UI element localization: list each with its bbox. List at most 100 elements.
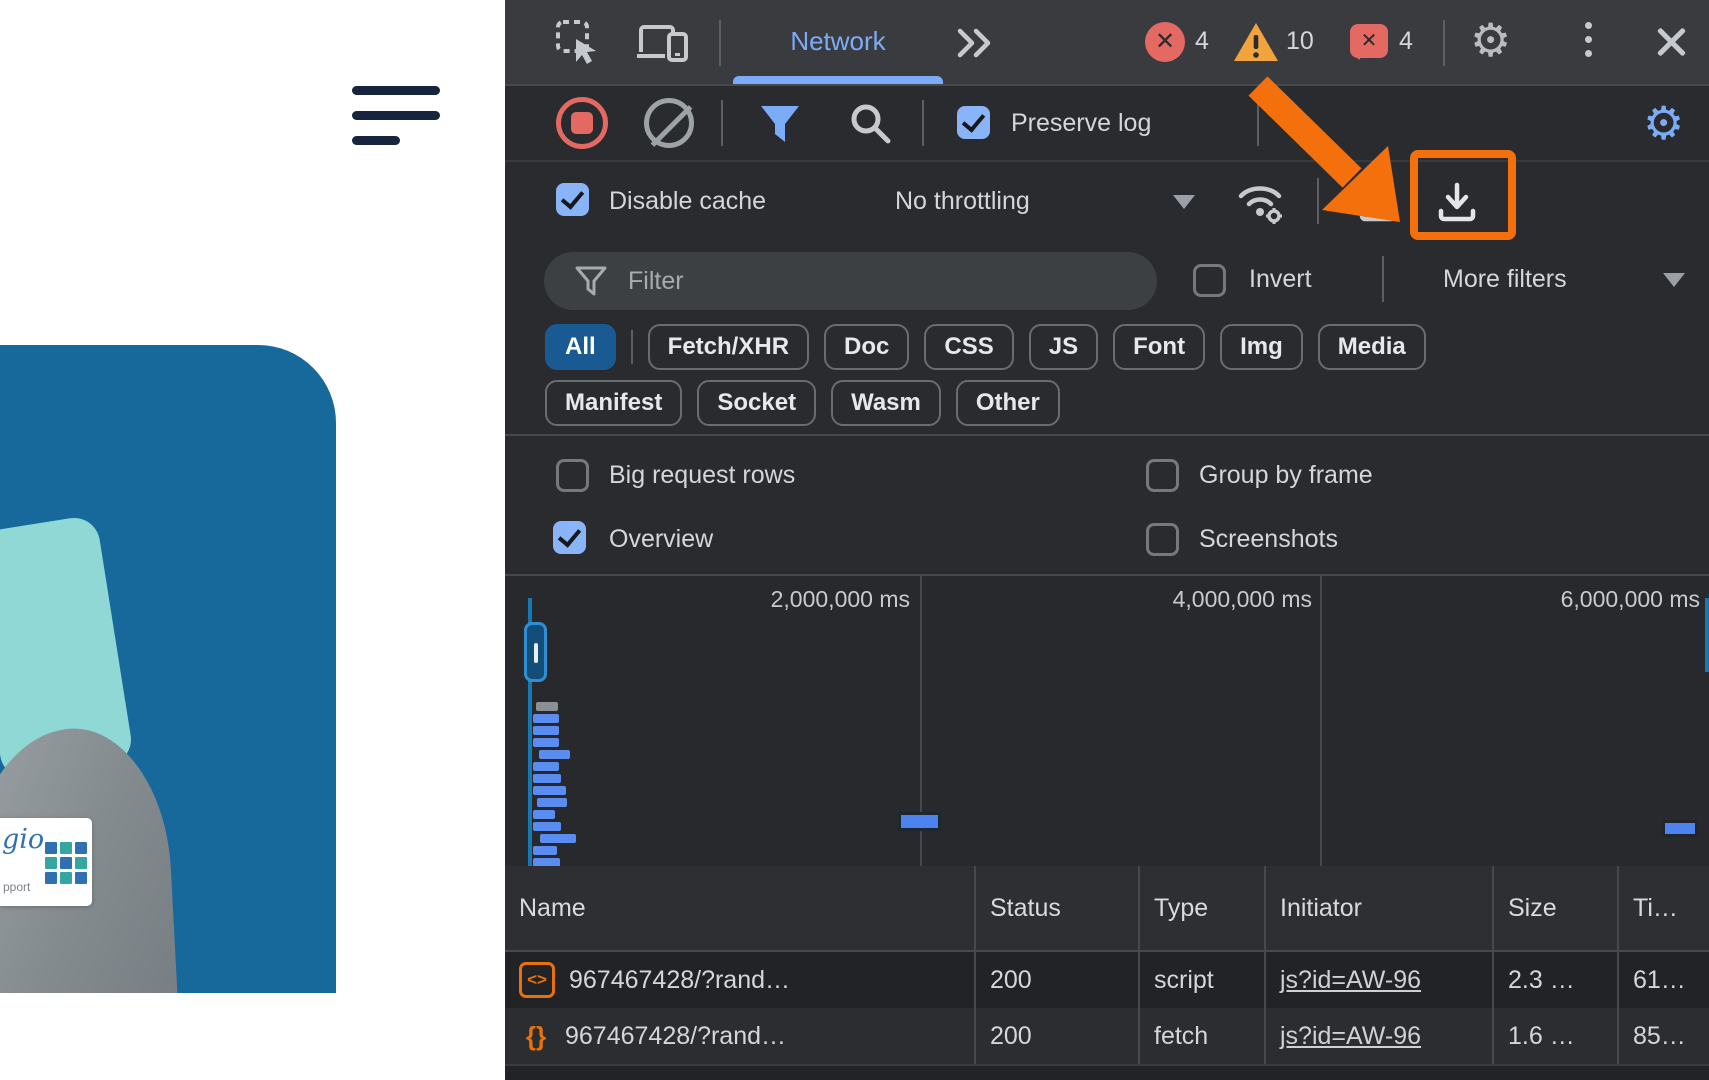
close-icon[interactable] — [1651, 22, 1691, 62]
requests-table: Name Status Type Initiator Size Ti… <> 9… — [505, 866, 1709, 1080]
request-name: 967467428/?rand… — [569, 966, 790, 995]
warning-count[interactable]: 10 — [1286, 27, 1314, 56]
filter-input[interactable] — [626, 266, 1110, 297]
initiator-link[interactable]: js?id=AW-96 — [1280, 1022, 1421, 1051]
waterfall-bar — [533, 738, 559, 747]
screenshot-canvas: gio pport Network — [0, 0, 1709, 1080]
waterfall-bar — [539, 750, 570, 759]
table-row[interactable]: {} 967467428/?rand… 200 fetch js?id=AW-9… — [505, 1008, 1709, 1064]
hamburger-bar — [352, 136, 400, 145]
waterfall-bar — [533, 714, 559, 723]
chip-js[interactable]: JS — [1029, 324, 1098, 370]
more-filters-dropdown[interactable]: More filters — [1443, 265, 1567, 294]
chip-fetch-xhr[interactable]: Fetch/XHR — [648, 324, 809, 370]
waterfall-bar — [533, 774, 561, 783]
network-settings-gear-icon[interactable]: ⚙ — [1643, 100, 1684, 146]
column-header-type[interactable]: Type — [1140, 866, 1266, 950]
group-by-frame-checkbox[interactable] — [1146, 459, 1179, 492]
column-header-status[interactable]: Status — [976, 866, 1140, 950]
screenshots-label[interactable]: Screenshots — [1199, 525, 1338, 554]
warning-badge-icon[interactable] — [1233, 21, 1279, 63]
request-size: 2.3 … — [1494, 952, 1619, 1008]
devtools-panel: Network ✕ 4 10 ✕ 4 ⚙ — [505, 0, 1709, 1080]
chip-font[interactable]: Font — [1113, 324, 1205, 370]
hero-logo-card: gio pport — [0, 818, 92, 906]
network-toolbar-row2: Disable cache No throttling — [505, 162, 1709, 240]
filter-funnel-icon — [574, 265, 608, 297]
waterfall-bar — [533, 726, 559, 735]
column-header-name[interactable]: Name — [505, 866, 976, 950]
chip-media[interactable]: Media — [1318, 324, 1426, 370]
big-request-rows-checkbox[interactable] — [556, 459, 589, 492]
column-header-size[interactable]: Size — [1494, 866, 1619, 950]
overview-checkbox[interactable] — [553, 521, 586, 554]
error-count[interactable]: 4 — [1195, 27, 1209, 56]
column-header-time[interactable]: Ti… — [1619, 866, 1709, 950]
preserve-log-label[interactable]: Preserve log — [1011, 109, 1151, 138]
chip-other[interactable]: Other — [956, 380, 1060, 426]
table-row-partial[interactable] — [505, 1064, 1709, 1080]
chip-doc[interactable]: Doc — [824, 324, 909, 370]
waterfall-bar — [533, 810, 555, 819]
page-hero-card: gio pport — [0, 345, 336, 993]
waterfall-bar — [533, 846, 557, 855]
filter-toggle-icon[interactable] — [757, 100, 803, 146]
record-network-log-button[interactable] — [556, 97, 608, 149]
timeline-tick-label: 2,000,000 ms — [505, 586, 910, 613]
waterfall-bar — [533, 786, 566, 795]
group-by-frame-label[interactable]: Group by frame — [1199, 461, 1373, 490]
throttling-dropdown[interactable]: No throttling — [895, 187, 1030, 216]
separator — [922, 100, 924, 146]
devtools-tabbar: Network ✕ 4 10 ✕ 4 ⚙ — [505, 0, 1709, 86]
chip-manifest[interactable]: Manifest — [545, 380, 682, 426]
more-tabs-icon[interactable] — [955, 24, 995, 62]
fetch-file-icon: {} — [519, 1019, 553, 1053]
clear-network-log-button[interactable] — [644, 98, 694, 148]
settings-gear-icon[interactable]: ⚙ — [1470, 17, 1511, 63]
issue-count[interactable]: 4 — [1399, 27, 1413, 56]
chip-css[interactable]: CSS — [924, 324, 1013, 370]
request-size: 1.6 … — [1494, 1008, 1619, 1064]
disable-cache-checkbox[interactable] — [556, 183, 589, 216]
import-har-icon[interactable] — [1354, 177, 1402, 225]
table-row[interactable]: <> 967467428/?rand… 200 script js?id=AW-… — [505, 952, 1709, 1008]
separator — [1257, 100, 1259, 146]
logo-subtext: pport — [3, 880, 30, 894]
chip-all[interactable]: All — [545, 324, 616, 370]
separator — [1382, 256, 1384, 302]
timeline-gridline — [1320, 576, 1322, 868]
invert-label[interactable]: Invert — [1249, 265, 1312, 294]
timeline-right-grip[interactable] — [1705, 598, 1709, 672]
error-badge-icon[interactable]: ✕ — [1145, 22, 1185, 62]
search-icon[interactable] — [847, 100, 893, 146]
issues-badge-icon[interactable]: ✕ — [1350, 24, 1388, 58]
hamburger-menu-button[interactable] — [352, 86, 440, 150]
screenshots-checkbox[interactable] — [1146, 523, 1179, 556]
waterfall-bar — [536, 702, 558, 711]
network-conditions-icon[interactable] — [1233, 174, 1291, 226]
waterfall-bar — [540, 834, 576, 843]
more-filters-caret-icon[interactable] — [1663, 273, 1685, 287]
disable-cache-label[interactable]: Disable cache — [609, 187, 766, 216]
throttling-caret-icon[interactable] — [1173, 195, 1195, 209]
network-overview-timeline[interactable]: 2,000,000 ms 4,000,000 ms 6,000,000 ms — [505, 574, 1709, 868]
big-request-rows-label[interactable]: Big request rows — [609, 461, 795, 490]
invert-checkbox[interactable] — [1193, 264, 1226, 297]
timeline-left-grip[interactable] — [524, 622, 547, 682]
preserve-log-checkbox[interactable] — [957, 106, 990, 139]
overview-label[interactable]: Overview — [609, 525, 713, 554]
chip-socket[interactable]: Socket — [697, 380, 816, 426]
menu-dots-icon[interactable] — [1585, 22, 1592, 57]
chip-img[interactable]: Img — [1220, 324, 1303, 370]
network-filter-row: Invert More filters — [505, 240, 1709, 318]
initiator-link[interactable]: js?id=AW-96 — [1280, 966, 1421, 995]
tab-network[interactable]: Network — [733, 0, 943, 84]
chip-wasm[interactable]: Wasm — [831, 380, 941, 426]
request-status: 200 — [976, 952, 1140, 1008]
filter-input-pill[interactable] — [544, 252, 1157, 310]
request-type: fetch — [1140, 1008, 1266, 1064]
script-file-icon: <> — [519, 962, 555, 998]
column-header-initiator[interactable]: Initiator — [1266, 866, 1494, 950]
inspect-element-icon[interactable] — [554, 18, 602, 66]
device-toolbar-icon[interactable] — [635, 18, 691, 66]
